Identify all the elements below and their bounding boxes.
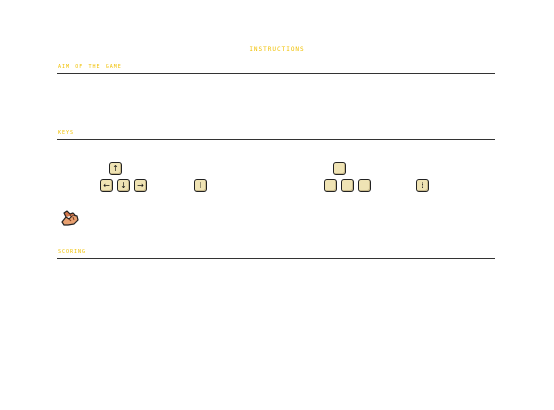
key-p2-left [324, 179, 337, 192]
keys-divider [57, 139, 495, 140]
key-action: ⁝ [194, 179, 207, 192]
key-up: ↑ [109, 162, 122, 175]
keys-heading: KEYS [58, 128, 75, 136]
key-right: → [134, 179, 147, 192]
key-p2-right [358, 179, 371, 192]
key-left: ← [100, 179, 113, 192]
key-p2-down [341, 179, 354, 192]
key-p2-up [333, 162, 346, 175]
aim-heading: AIM OF THE GAME [58, 62, 122, 70]
scoring-divider [57, 258, 495, 259]
scoring-heading: SCORING [58, 247, 87, 255]
instructions-title: INSTRUCTIONS [249, 44, 305, 53]
key-p2-action: ⁞ [416, 179, 429, 192]
aim-divider [57, 73, 495, 74]
key-down: ↓ [117, 179, 130, 192]
hand-icon [61, 210, 79, 226]
